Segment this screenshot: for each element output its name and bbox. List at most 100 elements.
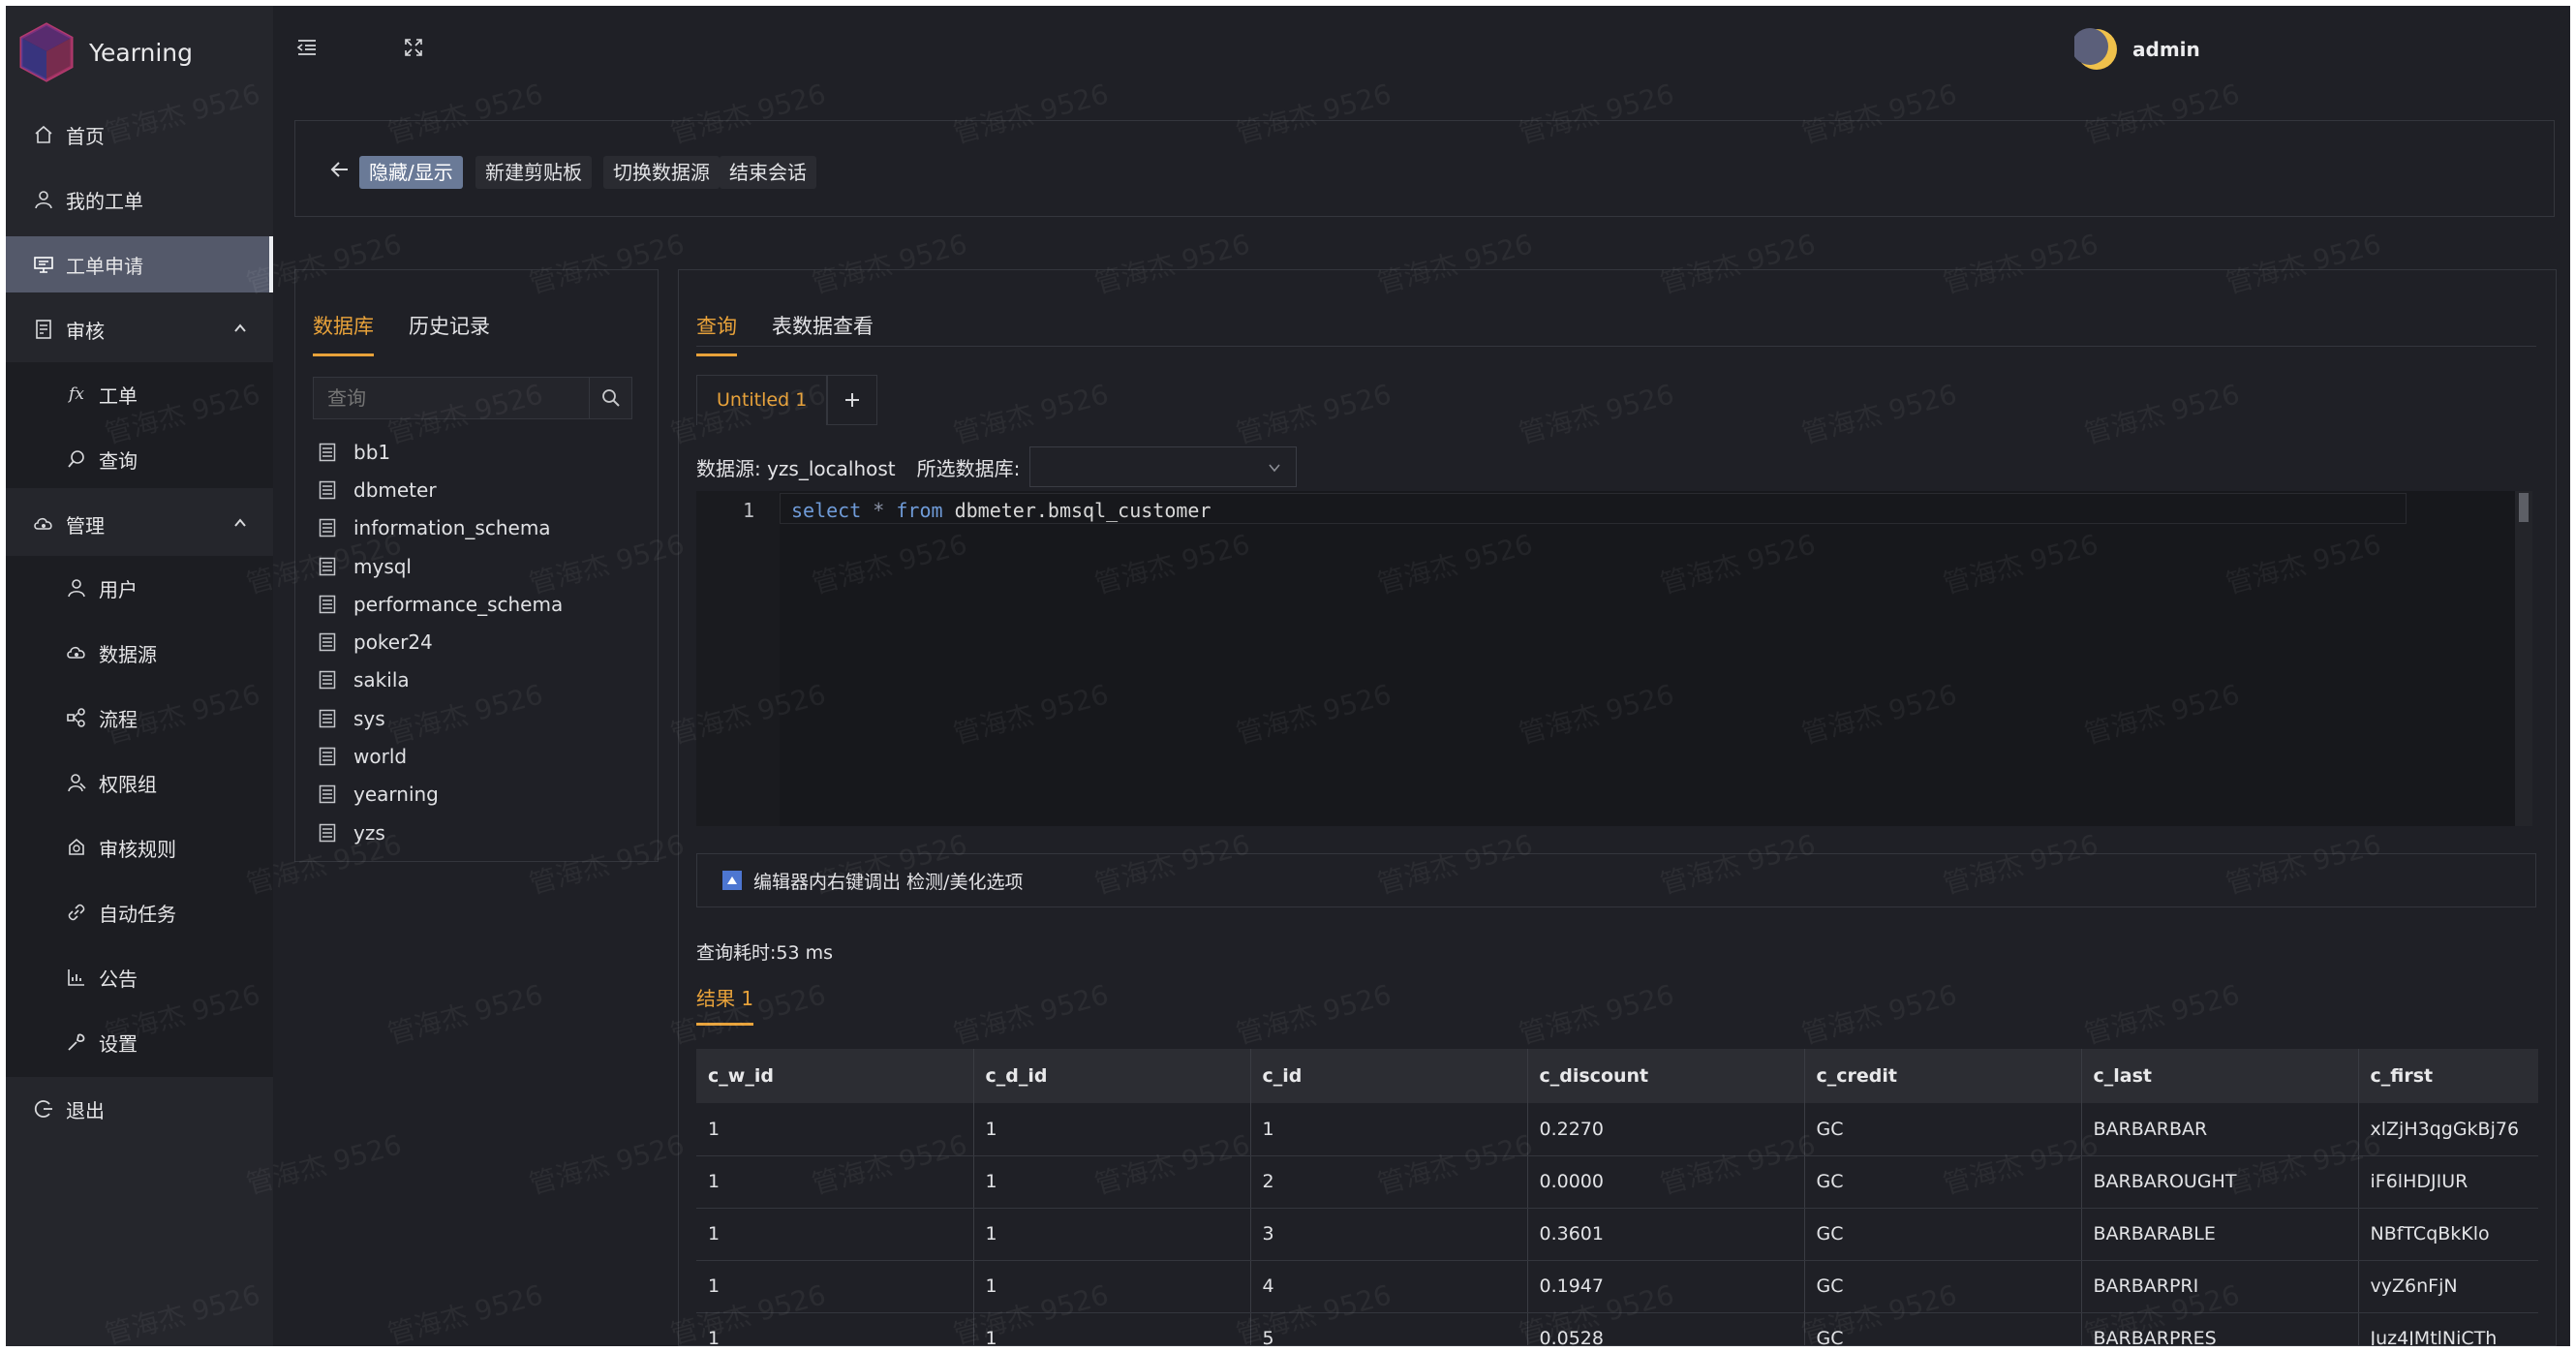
sql-table-name: dbmeter.bmsql_customer: [942, 499, 1211, 522]
column-header[interactable]: c_first: [2358, 1049, 2538, 1103]
database-item[interactable]: yearning: [319, 776, 563, 814]
manage-submenu: 用户 数据源 流程 权限组 审核规则 自动任务 公告 设置: [6, 556, 273, 1077]
tab-query[interactable]: 查询: [696, 311, 737, 356]
database-name: mysql: [353, 554, 412, 578]
add-editor-tab-button[interactable]: [827, 375, 878, 425]
database-panel: 数据库 历史记录 bb1 dbmeter information_schemamys…: [294, 269, 659, 862]
menu-item-ticket-apply[interactable]: 工单申请: [6, 236, 273, 292]
database-select[interactable]: [1029, 446, 1298, 487]
menu-item-audit-query[interactable]: 查询: [6, 431, 273, 487]
flow-icon: [66, 707, 87, 728]
column-header[interactable]: c_discount: [1527, 1049, 1805, 1103]
database-item[interactable]: information_schema: [319, 509, 563, 547]
editor-hint-text: 编辑器内右键调出 检测/美化选项: [753, 871, 1024, 893]
database-item[interactable]: sys: [319, 699, 563, 737]
editor-tabs: Untitled 1: [696, 375, 878, 425]
new-clipboard-button[interactable]: 新建剪贴板: [475, 156, 592, 189]
menu-item-logout[interactable]: 退出: [6, 1081, 273, 1137]
editor-tab-untitled-1[interactable]: Untitled 1: [696, 375, 828, 425]
menu-item-label: 权限组: [99, 772, 157, 796]
user-icon: [66, 577, 87, 599]
back-arrow-icon[interactable]: [328, 158, 352, 181]
table-row[interactable]: 1 1 3 0.3601 GC BARBARABLE NBfTCqBkKlo: [696, 1208, 2538, 1261]
database-item[interactable]: world: [319, 737, 563, 775]
table-cell: 1: [973, 1208, 1251, 1261]
db-search: [313, 377, 632, 419]
menu-item-label: 公告: [99, 967, 138, 991]
menu-item-users[interactable]: 用户: [6, 560, 273, 616]
table-row[interactable]: 1 1 1 0.2270 GC BARBARBAR xlZjH3qgGkBj76: [696, 1103, 2538, 1156]
db-search-input[interactable]: [314, 378, 589, 418]
menu-group-audit[interactable]: 审核: [6, 301, 273, 357]
table-cell: xlZjH3qgGkBj76: [2358, 1103, 2538, 1156]
database-item[interactable]: mysql: [319, 547, 563, 585]
user-icon: [33, 189, 54, 210]
collapse-sidebar-button[interactable]: [292, 33, 322, 62]
menu-item-my-tickets[interactable]: 我的工单: [6, 171, 273, 228]
database-item[interactable]: sakila: [319, 661, 563, 699]
database-item[interactable]: poker24: [319, 623, 563, 661]
db-search-button[interactable]: [589, 378, 631, 418]
menu-group-manage[interactable]: 管理: [6, 496, 273, 552]
table-cell: iF6lHDJIUR: [2358, 1155, 2538, 1209]
column-header[interactable]: c_id: [1250, 1049, 1528, 1103]
menu-item-datasource[interactable]: 数据源: [6, 625, 273, 681]
database-name: yearning: [353, 783, 439, 807]
column-header[interactable]: c_credit: [1804, 1049, 2082, 1103]
menu-item-label: 我的工单: [66, 189, 143, 213]
menu-item-audit-ticket[interactable]: fx 工单: [6, 366, 273, 422]
menu-item-permission-group[interactable]: 权限组: [6, 754, 273, 811]
menu-item-announcements[interactable]: 公告: [6, 949, 273, 1005]
table-cell: 5: [1250, 1312, 1528, 1345]
switch-datasource-button[interactable]: 切换数据源: [603, 156, 720, 189]
app-window: Yearning 首页 我的工单 工单申请 审核 fx 工单 查询 管理 用户 …: [6, 6, 2570, 1346]
menu-item-label: 首页: [66, 124, 105, 148]
menu-item-settings[interactable]: 设置: [6, 1014, 273, 1070]
editor-scrollbar-thumb[interactable]: [2519, 493, 2529, 522]
editor-scrollbar[interactable]: [2515, 491, 2532, 826]
table-row[interactable]: 1 1 2 0.0000 GC BARBAROUGHT iF6lHDJIUR: [696, 1155, 2538, 1209]
database-item[interactable]: yzs: [319, 814, 563, 851]
end-session-button[interactable]: 结束会话: [720, 156, 816, 189]
table-cell: 1: [696, 1103, 974, 1156]
database-name: performance_schema: [353, 592, 564, 616]
menu-item-home[interactable]: 首页: [6, 107, 273, 163]
menu-item-audit-rules[interactable]: 审核规则: [6, 819, 273, 876]
tab-table-data[interactable]: 表数据查看: [772, 311, 874, 356]
table-cell: 1: [973, 1155, 1251, 1209]
username: admin: [2132, 38, 2200, 61]
fullscreen-button[interactable]: [399, 33, 428, 62]
table-row[interactable]: 1 1 5 0.0528 GC BARBARPRES Juz4JMtlNiCTh: [696, 1312, 2538, 1345]
sql-code-line[interactable]: select * from dbmeter.bmsql_customer: [791, 499, 1211, 522]
table-body: 1 1 1 0.2270 GC BARBARBAR xlZjH3qgGkBj76 1 1 2 0.0…: [696, 1103, 2538, 1345]
editor-gutter: [696, 491, 780, 826]
user-menu[interactable]: admin: [2074, 27, 2200, 72]
toggle-visibility-button[interactable]: 隐藏/显示: [359, 156, 463, 189]
menu-item-label: 用户: [99, 577, 138, 601]
menu-item-flow[interactable]: 流程: [6, 690, 273, 746]
tab-history[interactable]: 历史记录: [409, 311, 490, 356]
chevron-up-icon: [234, 518, 246, 527]
database-name: sakila: [353, 668, 410, 692]
table-row[interactable]: 1 1 4 0.1947 GC BARBARPRI vyZ6nFjN: [696, 1260, 2538, 1313]
menu-item-auto-tasks[interactable]: 自动任务: [6, 884, 273, 940]
expand-hint-icon[interactable]: [722, 871, 742, 890]
database-item[interactable]: bb1: [319, 433, 563, 471]
brand[interactable]: Yearning: [15, 15, 193, 89]
sql-editor[interactable]: 1 select * from dbmeter.bmsql_customer: [696, 491, 2532, 826]
table-cell: 3: [1250, 1208, 1528, 1261]
column-header[interactable]: c_w_id: [696, 1049, 974, 1103]
database-icon: [319, 557, 336, 575]
table-cell: 0.0528: [1527, 1312, 1805, 1345]
tab-databases[interactable]: 数据库: [313, 311, 374, 356]
table-cell: 0.1947: [1527, 1260, 1805, 1313]
table-cell: vyZ6nFjN: [2358, 1260, 2538, 1313]
search-icon: [66, 448, 87, 470]
column-header[interactable]: c_d_id: [973, 1049, 1251, 1103]
column-header[interactable]: c_last: [2081, 1049, 2359, 1103]
database-name: yzs: [353, 820, 385, 845]
table-cell: 1: [696, 1312, 974, 1345]
database-item[interactable]: performance_schema: [319, 585, 563, 623]
result-tab-1[interactable]: 结果 1: [696, 983, 754, 1026]
database-item[interactable]: dbmeter: [319, 471, 563, 508]
